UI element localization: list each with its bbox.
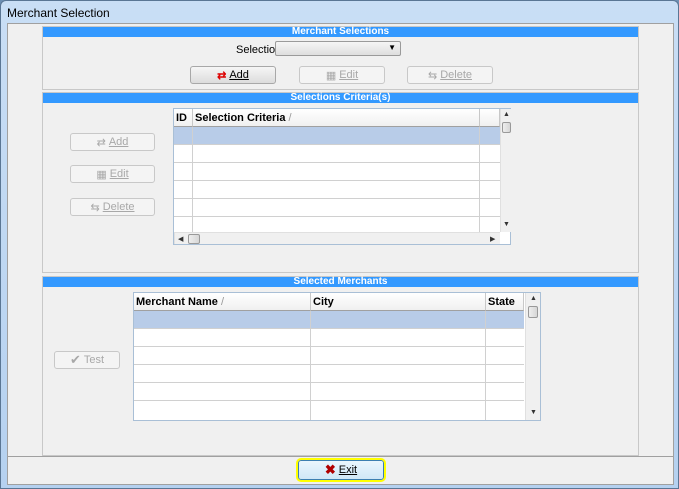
column-header-id[interactable]: ID <box>174 109 193 127</box>
scroll-thumb[interactable] <box>188 234 200 244</box>
delete-selection-button[interactable]: ⇆ Delete <box>407 66 493 84</box>
section-header: Merchant Selections <box>43 27 638 37</box>
table-row[interactable] <box>134 329 524 347</box>
criteria-grid[interactable]: ID Selection Criteria / ▲ ▼ ◀ ▶ <box>173 108 511 245</box>
column-header-city[interactable]: City <box>311 293 486 311</box>
scroll-up-icon[interactable]: ▲ <box>503 111 510 118</box>
table-row[interactable] <box>134 383 524 401</box>
column-divider <box>192 127 193 232</box>
sort-icon: / <box>220 296 225 308</box>
table-row[interactable] <box>174 163 500 181</box>
table-row[interactable] <box>174 199 500 217</box>
vertical-scrollbar[interactable]: ▲ ▼ <box>525 293 540 420</box>
add-icon: ⇄ <box>96 136 106 149</box>
edit-icon: ▦ <box>325 69 337 82</box>
merchants-grid[interactable]: Merchant Name / City State ▲ ▼ <box>133 292 541 421</box>
scroll-left-icon[interactable]: ◀ <box>178 235 183 243</box>
edit-selection-button[interactable]: ▦ Edit <box>299 66 385 84</box>
add-icon: ⇄ <box>217 69 227 82</box>
edit-icon: ▦ <box>96 168 107 181</box>
scroll-up-icon[interactable]: ▲ <box>530 295 537 302</box>
window-title: Merchant Selection <box>7 6 110 20</box>
edit-criteria-button[interactable]: ▦ Edit <box>70 165 155 183</box>
scroll-down-icon[interactable]: ▼ <box>503 221 510 228</box>
merchant-selections-section: Merchant Selections Selections ▼ ⇄ Add ▦ E… <box>42 26 639 90</box>
table-row[interactable] <box>134 365 524 383</box>
column-header-state[interactable]: State <box>486 293 524 311</box>
delete-icon: ⇆ <box>90 201 100 214</box>
checkmark-icon: ✔ <box>69 352 81 367</box>
table-row[interactable] <box>174 181 500 199</box>
sort-icon: / <box>288 112 292 124</box>
merchant-selection-window: Merchant Selection Merchant Selections S… <box>0 0 679 489</box>
add-selection-button[interactable]: ⇄ Add <box>190 66 276 84</box>
selection-criteria-section: Selections Criteria(s) ⇄ Add ▦ Edit ⇆ Delet… <box>42 92 639 273</box>
table-row[interactable] <box>134 311 524 329</box>
column-header-merchant-name[interactable]: Merchant Name / <box>134 293 311 311</box>
content-frame: Merchant Selections Selections ▼ ⇄ Add ▦ E… <box>8 24 673 457</box>
chevron-down-icon: ▼ <box>388 43 396 52</box>
client-area: Merchant Selections Selections ▼ ⇄ Add ▦ E… <box>7 23 674 485</box>
selections-dropdown[interactable]: ▼ <box>275 41 401 56</box>
delete-criteria-button[interactable]: ⇆ Delete <box>70 198 155 216</box>
column-divider <box>479 127 480 232</box>
vertical-scrollbar[interactable]: ▲ ▼ <box>500 109 511 232</box>
table-row[interactable] <box>174 145 500 163</box>
column-divider <box>310 311 311 420</box>
column-header-selection-criteria[interactable]: Selection Criteria / <box>193 109 480 127</box>
horizontal-scrollbar[interactable]: ◀ ▶ <box>174 232 500 244</box>
delete-icon: ⇆ <box>427 69 438 82</box>
scroll-thumb[interactable] <box>528 306 538 318</box>
add-criteria-button[interactable]: ⇄ Add <box>70 133 155 151</box>
column-header-blank <box>480 109 500 127</box>
table-row[interactable] <box>174 127 500 145</box>
table-row[interactable] <box>134 347 524 365</box>
scroll-right-icon[interactable]: ▶ <box>490 235 495 243</box>
selected-merchants-section: Selected Merchants ✔ Test Merchant Name /… <box>42 276 639 456</box>
scroll-thumb[interactable] <box>502 122 511 133</box>
scroll-down-icon[interactable]: ▼ <box>530 409 537 416</box>
column-divider <box>485 311 486 420</box>
test-button[interactable]: ✔ Test <box>54 351 120 369</box>
close-icon: ✖ <box>324 462 336 477</box>
exit-button[interactable]: ✖ Exit <box>296 458 386 482</box>
section-header: Selections Criteria(s) <box>43 93 638 103</box>
section-header: Selected Merchants <box>43 277 638 287</box>
